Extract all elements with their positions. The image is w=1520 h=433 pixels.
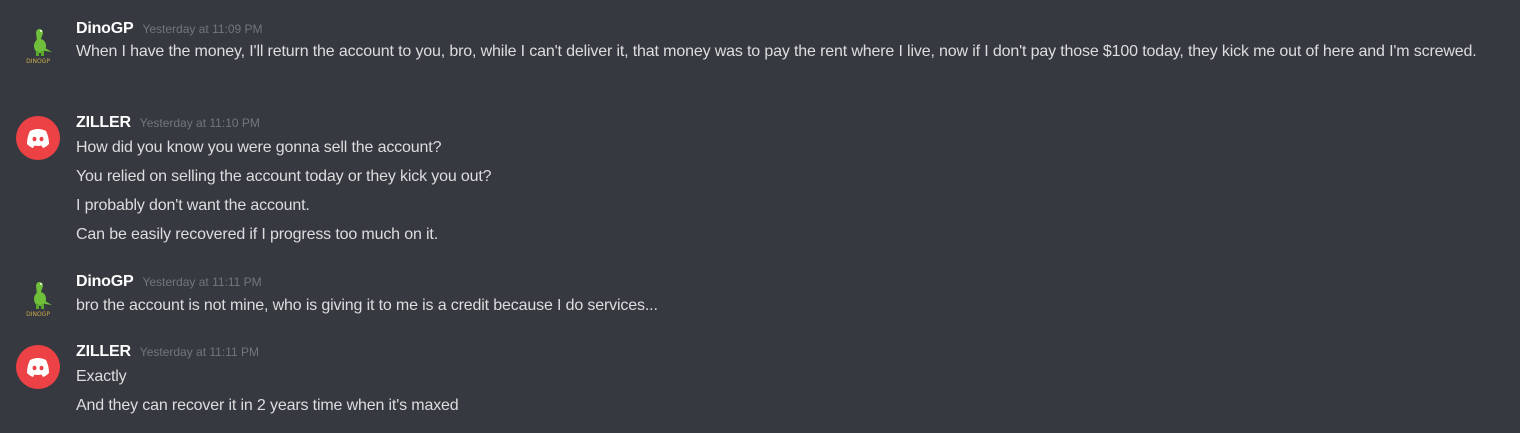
message-text: When I have the money, I'll return the a…	[76, 43, 1477, 60]
message-group: DINOGP DinoGP Yesterday at 11:09 PM When…	[0, 20, 1520, 92]
message-group: ZILLER Yesterday at 11:10 PM How did you…	[0, 114, 1520, 246]
message-text: bro the account is not mine, who is givi…	[76, 297, 658, 314]
chat-messages: DINOGP DinoGP Yesterday at 11:09 PM When…	[0, 0, 1520, 433]
message-text: Exactly	[76, 368, 127, 385]
message-header: DinoGP Yesterday at 11:11 PM	[76, 273, 262, 291]
message-header: ZILLER Yesterday at 11:11 PM	[76, 343, 259, 361]
message-text: You relied on selling the account today …	[76, 168, 492, 185]
message-text: Can be easily recovered if I progress to…	[76, 226, 439, 243]
message-text: How did you know you were gonna sell the…	[76, 139, 442, 156]
message-group: ZILLER Yesterday at 11:11 PM Exactly And…	[0, 343, 1520, 423]
message-text: I probably don't want the account.	[76, 197, 310, 214]
dino-avatar-icon[interactable]: DINOGP	[16, 22, 60, 66]
username[interactable]: DinoGP	[76, 20, 134, 38]
username[interactable]: DinoGP	[76, 273, 134, 291]
message-header: ZILLER Yesterday at 11:10 PM	[76, 114, 260, 132]
timestamp[interactable]: Yesterday at 11:11 PM	[142, 275, 261, 289]
discord-avatar-icon[interactable]	[16, 116, 60, 160]
timestamp[interactable]: Yesterday at 11:11 PM	[140, 345, 259, 359]
dino-avatar-text: DINOGP	[26, 58, 50, 65]
username[interactable]: ZILLER	[76, 343, 131, 361]
discord-avatar-icon[interactable]	[16, 345, 60, 389]
message-text: And they can recover it in 2 years time …	[76, 397, 459, 414]
message-group: DINOGP DinoGP Yesterday at 11:11 PM bro …	[0, 273, 1520, 321]
timestamp[interactable]: Yesterday at 11:09 PM	[142, 22, 262, 36]
timestamp[interactable]: Yesterday at 11:10 PM	[140, 116, 260, 130]
message-header: DinoGP Yesterday at 11:09 PM	[76, 20, 263, 38]
dino-avatar-text: DINOGP	[26, 311, 50, 318]
username[interactable]: ZILLER	[76, 114, 131, 132]
dino-avatar-icon[interactable]: DINOGP	[16, 275, 60, 319]
